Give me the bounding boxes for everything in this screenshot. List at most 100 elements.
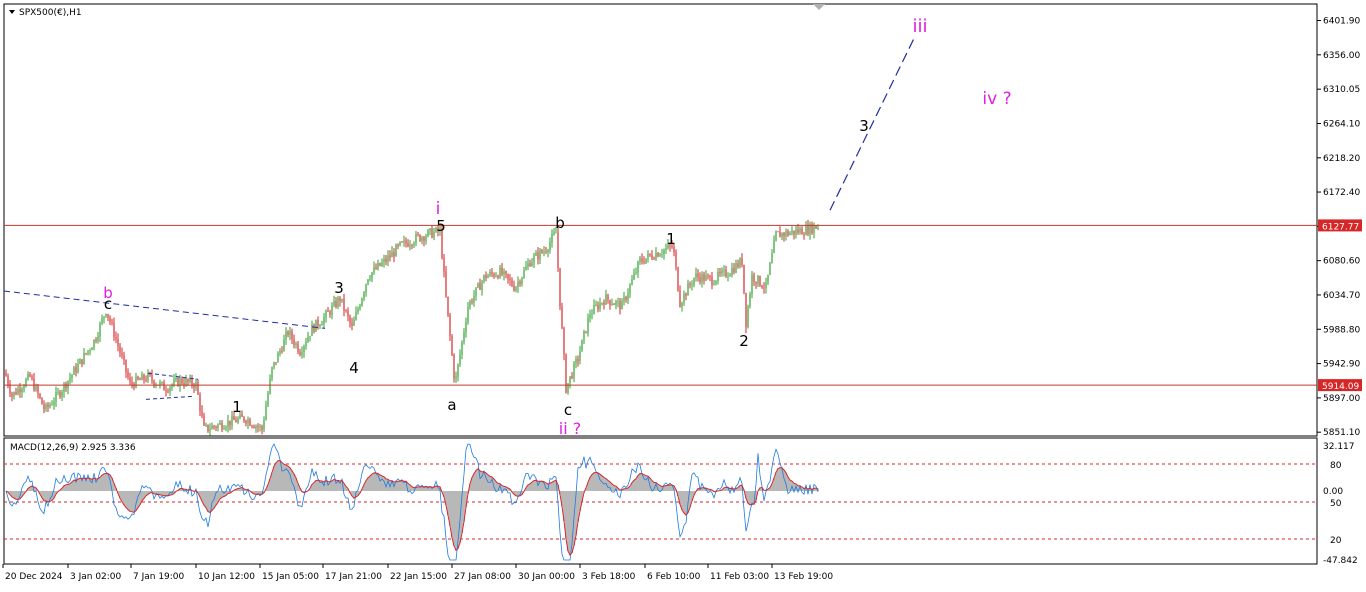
candle: [561, 306, 563, 329]
candle: [263, 419, 265, 430]
candle: [285, 331, 287, 340]
candle: [621, 300, 623, 310]
candle: [565, 354, 567, 393]
candle: [453, 355, 455, 379]
macd-level-label: 50: [1330, 499, 1342, 509]
chart-canvas[interactable]: 80502032.1170.00-47.842 bc134i5abcii ?12…: [0, 0, 1366, 588]
candle: [17, 388, 19, 395]
candle: [139, 379, 141, 381]
candle: [567, 383, 569, 393]
candle: [635, 272, 637, 274]
candle: [41, 397, 43, 405]
candle: [65, 383, 67, 389]
candle: [79, 359, 81, 365]
candle: [595, 304, 597, 306]
candle: [733, 267, 735, 273]
candle: [351, 322, 353, 326]
candle: [95, 339, 97, 341]
wave-label: ii ?: [559, 419, 581, 438]
candle: [803, 234, 805, 236]
candle: [523, 269, 525, 278]
candle: [59, 391, 61, 397]
candle: [269, 378, 271, 394]
candle: [543, 251, 545, 253]
candle: [169, 387, 171, 392]
candle: [357, 309, 359, 313]
wave-label: 3: [334, 279, 344, 297]
candle: [369, 278, 371, 280]
candle: [771, 253, 773, 264]
candle: [187, 379, 189, 382]
candle: [557, 232, 559, 268]
time-tick-label: 20 Dec 2024: [5, 572, 63, 582]
price-pane[interactable]: [3, 3, 1318, 437]
candle: [321, 324, 323, 326]
candle: [741, 258, 743, 265]
candle: [739, 258, 741, 267]
candle: [393, 251, 395, 257]
candle: [615, 301, 617, 305]
candle: [223, 428, 225, 430]
candle: [371, 272, 373, 279]
chart-window[interactable]: 80 50 20 32.117 0.00 -47.842 b c 1 3 4 i 5 a b c ii ? 1 2…: [0, 0, 1366, 588]
wave-label: 5: [436, 217, 446, 235]
candle: [641, 258, 643, 262]
candle: [721, 270, 723, 274]
candle: [533, 255, 535, 263]
candle: [311, 324, 313, 336]
candle: [309, 335, 311, 337]
candle: [515, 287, 517, 291]
candle: [37, 386, 39, 394]
candle: [647, 253, 649, 259]
candle: [49, 404, 51, 407]
candle: [719, 271, 721, 274]
candle: [247, 419, 249, 424]
candle: [747, 306, 749, 328]
candle: [513, 285, 515, 291]
time-tick-label: 6 Feb 10:00: [647, 572, 701, 582]
candle: [505, 271, 507, 274]
candle: [553, 232, 555, 235]
candle: [757, 275, 759, 284]
wave-label: a: [447, 396, 456, 414]
candle: [119, 345, 121, 353]
candle: [415, 234, 417, 244]
candle: [711, 276, 713, 285]
wave-label: b: [555, 214, 565, 232]
candle: [23, 386, 25, 390]
macd-pane[interactable]: [3, 437, 1318, 565]
candle: [401, 241, 403, 243]
candle: [613, 304, 615, 306]
candle: [569, 376, 571, 384]
candle: [275, 362, 277, 363]
candle: [381, 262, 383, 266]
candle: [391, 251, 393, 258]
candle: [69, 377, 71, 381]
macd-tick-label: -47.842: [1323, 556, 1358, 566]
candle: [755, 281, 757, 284]
candle: [697, 273, 699, 277]
candle: [629, 284, 631, 294]
candle: [57, 391, 59, 393]
candle: [779, 231, 781, 238]
candle: [289, 330, 291, 335]
candle: [693, 277, 695, 285]
candle: [397, 245, 399, 246]
candle: [281, 350, 283, 352]
candle: [419, 234, 421, 241]
candle: [163, 381, 165, 391]
candle: [405, 240, 407, 244]
candle: [13, 391, 15, 397]
candle: [333, 301, 335, 306]
candle: [479, 283, 481, 290]
candle: [315, 319, 317, 332]
candle: [85, 353, 87, 354]
candle: [653, 258, 655, 260]
candle: [225, 427, 227, 429]
candle: [555, 232, 557, 234]
candle: [39, 393, 41, 398]
candle: [469, 301, 471, 307]
candle: [753, 274, 755, 282]
time-tick-label: 3 Feb 18:00: [582, 572, 636, 582]
candle: [61, 391, 63, 397]
